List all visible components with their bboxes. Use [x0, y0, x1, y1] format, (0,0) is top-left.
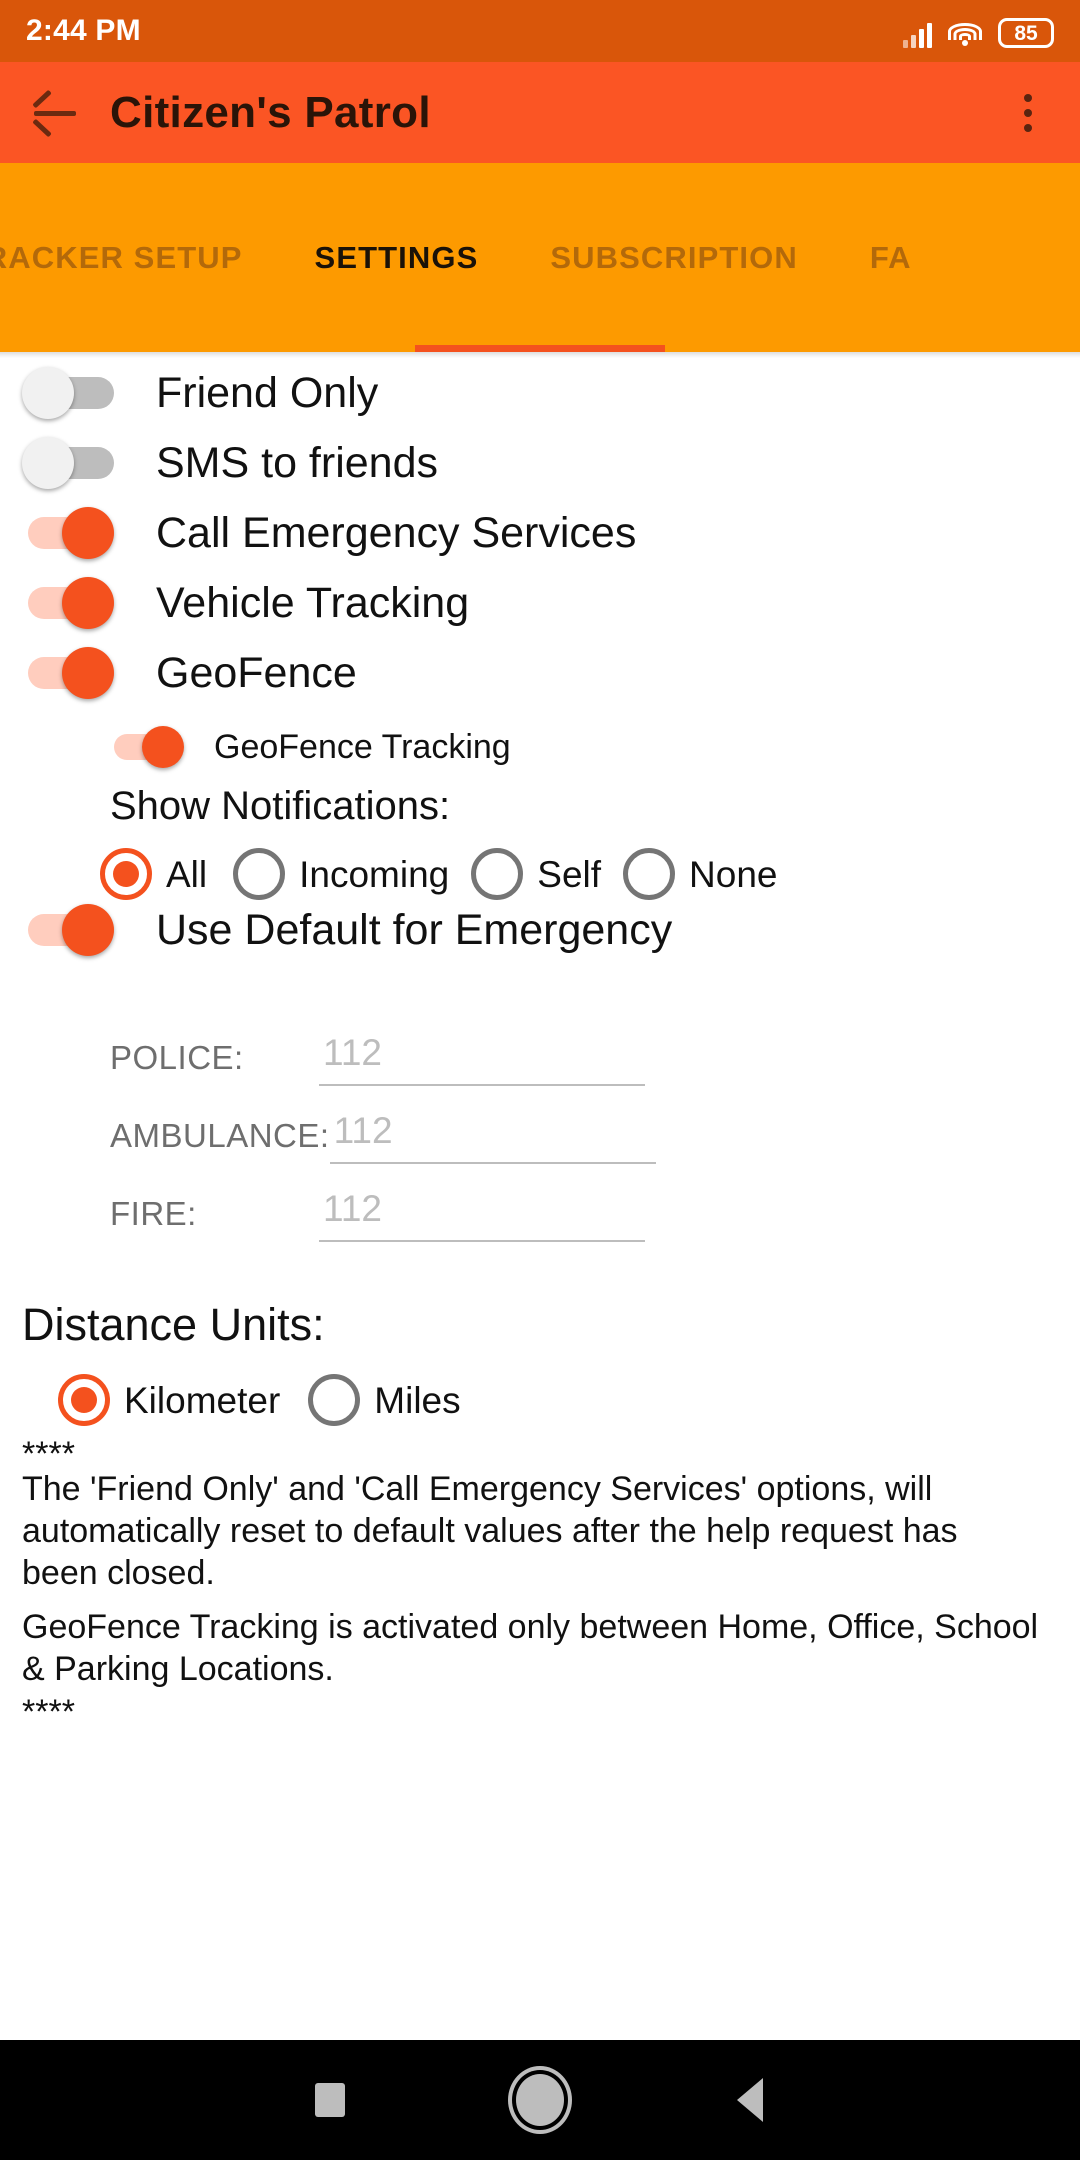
settings-content: Friend Only SMS to friends Call Emergenc… [0, 352, 1080, 2040]
tab-faq[interactable]: FA [834, 163, 948, 352]
page-title: Citizen's Patrol [110, 87, 431, 137]
app-bar: Citizen's Patrol [0, 62, 1080, 163]
emergency-input-fire[interactable] [319, 1188, 645, 1242]
setting-label-friend-only: Friend Only [156, 368, 379, 417]
emergency-field-fire[interactable]: FIRE: [110, 1188, 645, 1242]
note-paragraph-1: The 'Friend Only' and 'Call Emergency Se… [22, 1470, 958, 1592]
system-back-button[interactable] [645, 2040, 855, 2160]
setting-label-call-emergency-services: Call Emergency Services [156, 508, 637, 557]
radio-incoming-icon[interactable] [233, 848, 286, 900]
distance-units-title: Distance Units: [22, 1299, 325, 1350]
radio-option-none[interactable]: None [623, 848, 777, 900]
toggle-friend-only[interactable] [22, 365, 126, 421]
cellular-signal-icon [903, 22, 932, 48]
back-button[interactable] [0, 62, 110, 163]
toggle-sms-to-friends[interactable] [22, 435, 126, 491]
setting-row-geofence-tracking[interactable]: GeoFence Tracking [110, 725, 511, 769]
status-icons: 85 [903, 14, 1054, 48]
note-paragraph-2: GeoFence Tracking is activated only betw… [22, 1608, 1039, 1688]
setting-label-vehicle-tracking: Vehicle Tracking [156, 578, 470, 627]
tab-vehicle-tracker-setup[interactable]: ICLE TRACKER SETUP [0, 163, 279, 352]
setting-row-sms-to-friends[interactable]: SMS to friends [22, 435, 438, 491]
setting-row-friend-only[interactable]: Friend Only [22, 365, 378, 421]
notifications-radio-group[interactable]: All Incoming Self None [100, 848, 777, 900]
app-screen: 2:44 PM 85 Citizen's Patrol ICLE TRACKER… [0, 0, 1080, 2160]
battery-level-label: 85 [1014, 21, 1038, 45]
tab-settings[interactable]: SETTINGS [279, 163, 515, 352]
wifi-icon [948, 22, 982, 48]
radio-none-icon[interactable] [623, 848, 676, 900]
toggle-geofence[interactable] [22, 645, 126, 701]
emergency-label-fire: FIRE: [110, 1195, 197, 1232]
toggle-call-emergency-services[interactable] [22, 505, 126, 561]
home-circle-icon [516, 2074, 564, 2126]
setting-label-geofence: GeoFence [156, 648, 357, 697]
recent-apps-square-icon [315, 2083, 345, 2117]
recent-apps-button[interactable] [225, 2040, 435, 2160]
setting-row-call-emergency-services[interactable]: Call Emergency Services [22, 505, 636, 561]
system-navigation-bar [0, 2040, 1080, 2160]
show-notifications-title: Show Notifications: [110, 784, 451, 828]
home-button[interactable] [435, 2040, 645, 2160]
setting-row-use-default-emergency[interactable]: Use Default for Emergency [22, 902, 672, 958]
radio-kilometer-icon[interactable] [58, 1374, 110, 1426]
note-bottom-separator: **** [22, 1693, 75, 1731]
back-arrow-icon [32, 96, 78, 137]
emergency-input-police[interactable] [319, 1032, 645, 1086]
radio-label-incoming: Incoming [299, 853, 450, 895]
emergency-label-police: POLICE: [110, 1039, 244, 1076]
tab-subscription[interactable]: SUBSCRIPTION [514, 163, 833, 352]
radio-option-miles[interactable]: Miles [308, 1374, 461, 1426]
battery-icon: 85 [998, 18, 1054, 48]
emergency-input-ambulance[interactable] [329, 1110, 656, 1164]
toggle-geofence-tracking[interactable] [110, 725, 190, 769]
status-clock: 2:44 PM [26, 14, 141, 47]
radio-option-self[interactable]: Self [471, 848, 601, 900]
tab-active-indicator [415, 345, 665, 352]
radio-label-self: Self [537, 853, 602, 895]
setting-row-vehicle-tracking[interactable]: Vehicle Tracking [22, 575, 469, 631]
radio-self-icon[interactable] [471, 848, 524, 900]
emergency-field-police[interactable]: POLICE: [110, 1032, 645, 1086]
status-bar: 2:44 PM 85 [0, 0, 1080, 62]
tab-strip: ICLE TRACKER SETUP SETTINGS SUBSCRIPTION… [0, 163, 948, 352]
radio-all-icon[interactable] [100, 848, 152, 900]
radio-miles-icon[interactable] [308, 1374, 361, 1426]
distance-units-radio-group[interactable]: Kilometer Miles [58, 1374, 461, 1426]
overflow-menu-button[interactable] [976, 62, 1080, 163]
toggle-use-default-emergency[interactable] [22, 902, 126, 958]
setting-label-sms-to-friends: SMS to friends [156, 438, 438, 487]
toggle-vehicle-tracking[interactable] [22, 575, 126, 631]
setting-row-geofence[interactable]: GeoFence [22, 645, 357, 701]
emergency-field-ambulance[interactable]: AMBULANCE: [110, 1110, 656, 1164]
radio-label-all: All [166, 853, 208, 895]
content-top-shadow [0, 352, 1080, 358]
radio-option-incoming[interactable]: Incoming [233, 848, 449, 900]
overflow-menu-icon [1024, 93, 1032, 102]
radio-option-all[interactable]: All [100, 848, 207, 900]
radio-label-kilometer: Kilometer [124, 1379, 281, 1421]
radio-option-kilometer[interactable]: Kilometer [58, 1374, 280, 1426]
radio-label-none: None [689, 853, 778, 895]
emergency-label-ambulance: AMBULANCE: [110, 1117, 330, 1154]
back-triangle-icon [737, 2078, 763, 2122]
tab-bar[interactable]: ICLE TRACKER SETUP SETTINGS SUBSCRIPTION… [0, 163, 1080, 352]
setting-label-use-default-emergency: Use Default for Emergency [156, 905, 673, 954]
setting-label-geofence-tracking: GeoFence Tracking [214, 728, 511, 766]
radio-label-miles: Miles [374, 1379, 461, 1421]
